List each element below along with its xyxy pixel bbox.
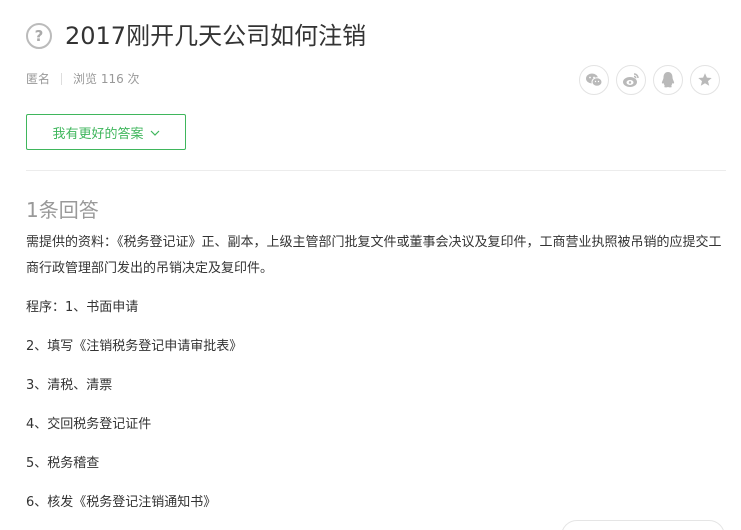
answer-count: 1条回答	[26, 198, 99, 222]
chevron-down-icon	[150, 125, 160, 140]
question-circle-icon: ?	[26, 23, 52, 49]
view-count: 浏览 116 次	[73, 72, 140, 86]
answer-paragraph: 5、税务稽查	[26, 456, 100, 471]
section-divider	[26, 170, 726, 171]
answer-paragraph: 2、填写《注销税务登记申请审批表》	[26, 339, 243, 354]
question-header: ? 2017刚开几天公司如何注销	[26, 18, 366, 54]
star-icon[interactable]	[690, 65, 720, 95]
author-label: 匿名	[26, 72, 51, 86]
weibo-icon[interactable]	[616, 65, 646, 95]
answer-paragraph: 4、交回税务登记证件	[26, 417, 152, 432]
meta-divider	[61, 72, 63, 85]
wechat-icon[interactable]	[579, 65, 609, 95]
answer-paragraph: 程序：1、书面申请	[26, 300, 139, 315]
better-answer-button[interactable]: 我有更好的答案	[26, 114, 186, 150]
answer-paragraph: 3、清税、清票	[26, 378, 113, 393]
better-answer-label: 我有更好的答案	[52, 126, 144, 142]
answer-paragraph: 6、核发《税务登记注销通知书》	[26, 495, 217, 510]
question-page: ? 2017刚开几天公司如何注销 匿名 浏览 116 次 我有更好的答案 1条回…	[0, 0, 741, 530]
question-meta: 匿名 浏览 116 次	[26, 70, 140, 87]
answer-content: 需提供的资料：《税务登记证》正、副本，上级主管部门批复文件或董事会决议及复印件，…	[26, 230, 732, 529]
share-bar	[579, 65, 727, 95]
answer-paragraph: 需提供的资料：《税务登记证》正、副本，上级主管部门批复文件或董事会决议及复印件，…	[26, 235, 722, 276]
answer-actions-pill[interactable]	[561, 520, 725, 530]
page-title: 2017刚开几天公司如何注销	[65, 22, 367, 50]
qq-icon[interactable]	[653, 65, 683, 95]
